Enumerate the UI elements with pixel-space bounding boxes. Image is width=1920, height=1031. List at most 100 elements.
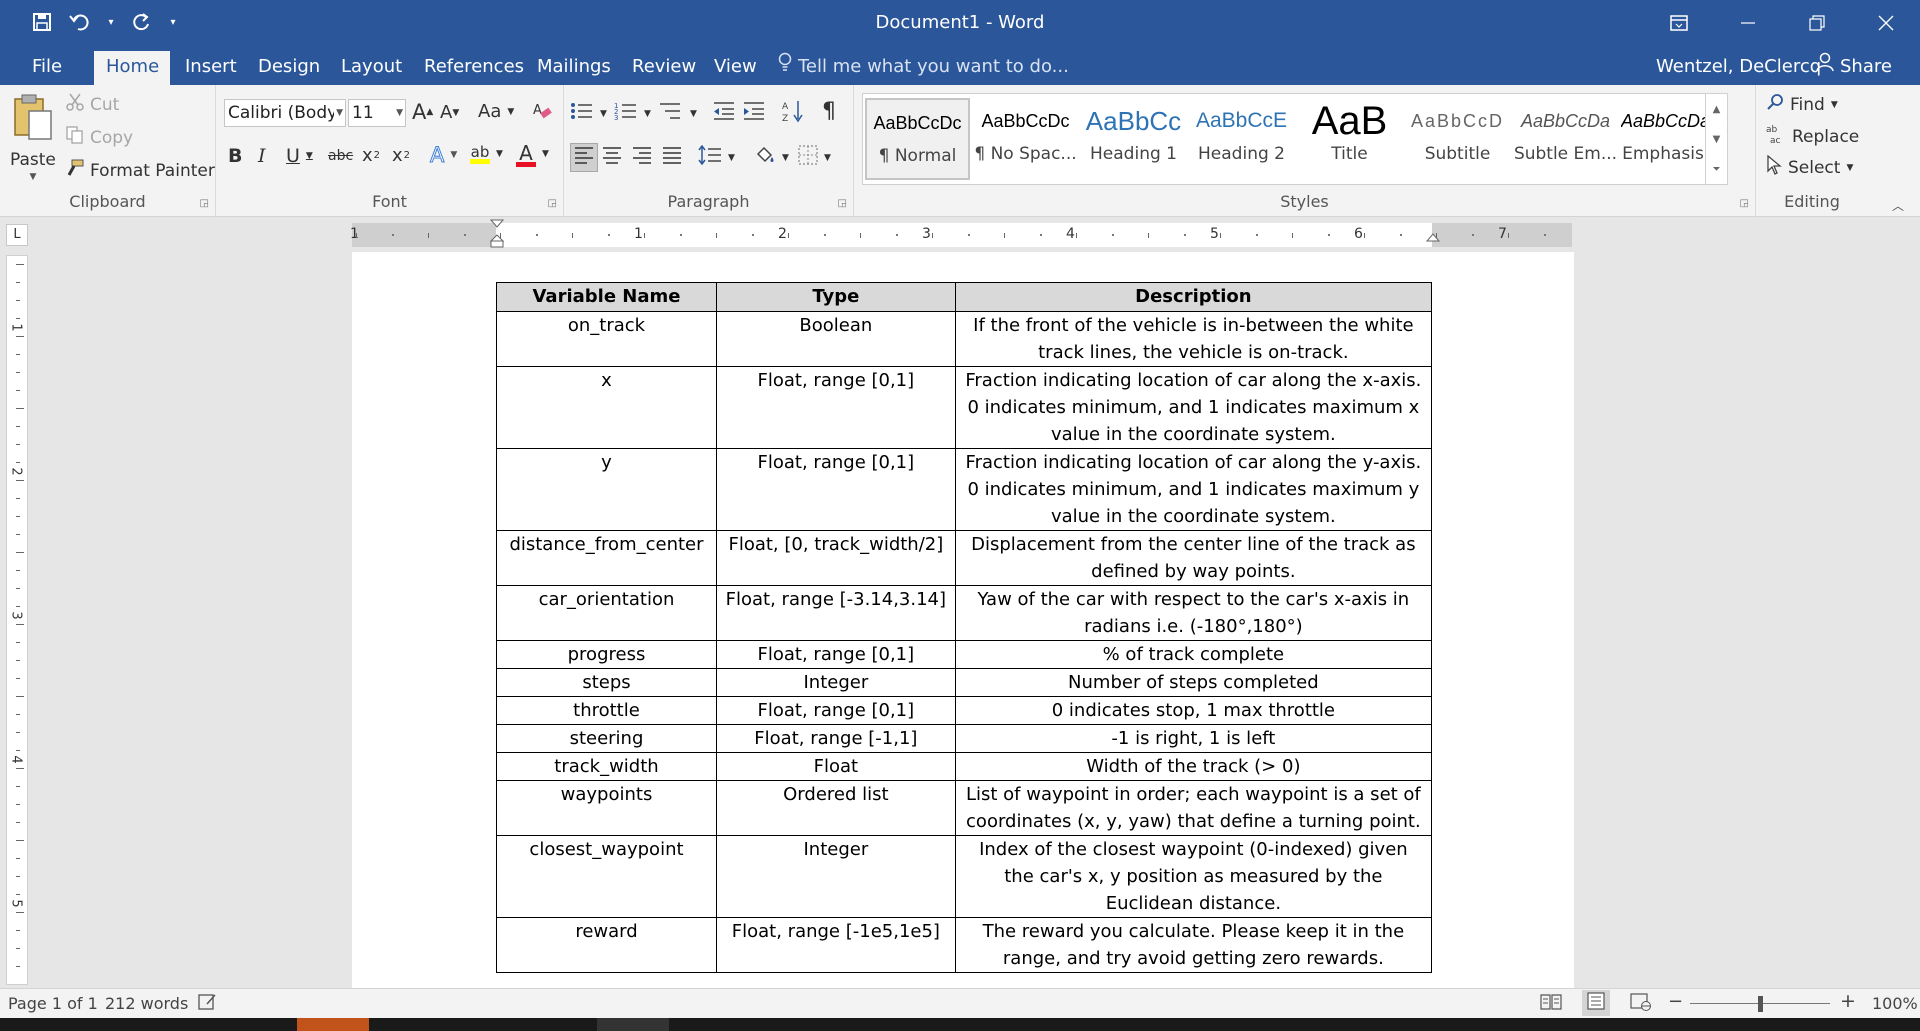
- zoom-in-button[interactable]: +: [1840, 990, 1856, 1012]
- taskbar-app-icon[interactable]: [597, 1018, 669, 1031]
- cell-type[interactable]: Float, range [0,1]: [715, 696, 956, 725]
- clipboard-dialog-launcher-icon[interactable]: ◲: [200, 198, 209, 209]
- right-indent-marker-icon[interactable]: [1425, 233, 1441, 251]
- zoom-out-button[interactable]: −: [1668, 991, 1683, 1012]
- cell-type[interactable]: Float, range [0,1]: [715, 448, 956, 531]
- text-effects-button[interactable]: A ▼: [429, 143, 457, 168]
- style-heading-2[interactable]: AaBbCcE Heading 2: [1189, 98, 1294, 180]
- cell-variable-name[interactable]: on_track: [496, 311, 717, 367]
- style-subtle-emphasis[interactable]: AaBbCcDa Subtle Em...: [1513, 98, 1618, 180]
- zoom-level[interactable]: 100%: [1872, 994, 1918, 1013]
- read-mode-icon[interactable]: [1540, 993, 1562, 1015]
- multilevel-list-button[interactable]: ▼: [658, 101, 697, 126]
- cell-description[interactable]: 0 indicates stop, 1 max throttle: [954, 696, 1433, 725]
- close-button[interactable]: [1851, 0, 1920, 45]
- align-left-button[interactable]: [570, 143, 598, 172]
- copy-button[interactable]: Copy: [66, 126, 133, 149]
- cell-variable-name[interactable]: throttle: [496, 696, 717, 725]
- horizontal-ruler[interactable]: 1 1 2 3 4 5 6 7: [350, 219, 1572, 248]
- share-button[interactable]: Share: [1816, 51, 1892, 85]
- cell-variable-name[interactable]: track_width: [496, 752, 717, 781]
- taskbar-app-icon[interactable]: [297, 1018, 369, 1031]
- change-case-button[interactable]: Aa ▼: [478, 101, 514, 122]
- increase-indent-button[interactable]: [742, 101, 766, 126]
- grow-font-button[interactable]: A ▲: [412, 100, 433, 124]
- clear-formatting-button[interactable]: A: [532, 101, 552, 126]
- style-no-spacing[interactable]: AaBbCcDc ¶ No Spac...: [973, 98, 1078, 180]
- cell-description[interactable]: Displacement from the center line of the…: [954, 530, 1433, 586]
- print-layout-icon[interactable]: [1582, 990, 1610, 1016]
- word-count[interactable]: 212 words: [105, 994, 188, 1013]
- show-marks-button[interactable]: ¶: [822, 99, 836, 124]
- font-size-box[interactable]: 11 ▼: [348, 99, 406, 127]
- paragraph-dialog-launcher-icon[interactable]: ◲: [838, 198, 847, 209]
- bold-button[interactable]: B: [228, 145, 242, 167]
- tab-home[interactable]: Home: [94, 51, 170, 85]
- cell-description[interactable]: List of waypoint in order; each waypoint…: [954, 780, 1433, 836]
- cell-variable-name[interactable]: car_orientation: [496, 585, 717, 641]
- style-normal[interactable]: AaBbCcDc ¶ Normal: [865, 98, 970, 180]
- cell-variable-name[interactable]: y: [496, 448, 717, 531]
- cell-variable-name[interactable]: distance_from_center: [496, 530, 717, 586]
- cell-description[interactable]: If the front of the vehicle is in-betwee…: [954, 311, 1433, 367]
- header-variable-name[interactable]: Variable Name: [496, 282, 717, 312]
- ribbon-display-options-icon[interactable]: [1644, 0, 1713, 45]
- tab-mailings[interactable]: Mailings: [525, 51, 623, 85]
- tab-layout[interactable]: Layout: [329, 51, 414, 85]
- style-title[interactable]: AaB Title: [1297, 98, 1402, 180]
- chevron-down-icon[interactable]: ▼: [334, 100, 343, 126]
- cell-type[interactable]: Float, range [0,1]: [715, 366, 956, 449]
- cut-button[interactable]: Cut: [66, 93, 119, 116]
- proofing-icon[interactable]: [198, 992, 218, 1016]
- styles-dialog-launcher-icon[interactable]: ◲: [1740, 198, 1749, 209]
- zoom-slider-thumb[interactable]: [1758, 996, 1763, 1012]
- numbering-button[interactable]: 1 2 3 ▼: [614, 101, 651, 126]
- collapse-ribbon-icon[interactable]: ︿: [1892, 197, 1904, 214]
- strikethrough-button[interactable]: abc: [328, 148, 353, 164]
- cell-type[interactable]: Float: [715, 752, 956, 781]
- cell-type[interactable]: Integer: [715, 835, 956, 918]
- tab-design[interactable]: Design: [246, 51, 332, 85]
- font-name-box[interactable]: Calibri (Body) ▼: [224, 99, 346, 127]
- style-subtitle[interactable]: AaBbCcD Subtitle: [1405, 98, 1510, 180]
- header-description[interactable]: Description: [954, 282, 1433, 312]
- cell-description[interactable]: -1 is right, 1 is left: [954, 724, 1433, 753]
- justify-button[interactable]: [662, 146, 682, 169]
- cell-variable-name[interactable]: closest_waypoint: [496, 835, 717, 918]
- cell-variable-name[interactable]: reward: [496, 917, 717, 973]
- cell-type[interactable]: Float, range [-1,1]: [715, 724, 956, 753]
- cell-variable-name[interactable]: waypoints: [496, 780, 717, 836]
- tab-insert[interactable]: Insert: [173, 51, 249, 85]
- align-center-button[interactable]: [602, 146, 622, 169]
- minimize-button[interactable]: [1713, 0, 1782, 45]
- cell-description[interactable]: Fraction indicating location of car alon…: [954, 366, 1433, 449]
- cell-variable-name[interactable]: progress: [496, 640, 717, 669]
- header-type[interactable]: Type: [715, 282, 956, 312]
- tab-view[interactable]: View: [702, 51, 769, 85]
- font-dialog-launcher-icon[interactable]: ◲: [548, 198, 557, 209]
- style-emphasis[interactable]: AaBbCcDa Emphasis: [1621, 98, 1705, 180]
- tab-review[interactable]: Review: [620, 51, 708, 85]
- shrink-font-button[interactable]: A ▼: [440, 102, 459, 123]
- cell-variable-name[interactable]: steering: [496, 724, 717, 753]
- tell-me-box[interactable]: Tell me what you want to do...: [778, 51, 1069, 85]
- scroll-up-icon[interactable]: ▲: [1713, 104, 1721, 115]
- more-styles-icon[interactable]: ⏷: [1713, 164, 1721, 175]
- style-heading-1[interactable]: AaBbCc Heading 1: [1081, 98, 1186, 180]
- cell-description[interactable]: % of track complete: [954, 640, 1433, 669]
- restore-button[interactable]: [1782, 0, 1851, 45]
- indent-marker-icon[interactable]: [489, 219, 505, 253]
- highlight-button[interactable]: ab ▼: [470, 143, 503, 164]
- cell-description[interactable]: Width of the track (> 0): [954, 752, 1433, 781]
- cell-type[interactable]: Integer: [715, 668, 956, 697]
- font-color-button[interactable]: A ▼: [516, 141, 549, 167]
- variables-table[interactable]: Variable Name Type Description on_track B…: [496, 282, 1433, 973]
- cell-description[interactable]: The reward you calculate. Please keep it…: [954, 917, 1433, 973]
- superscript-button[interactable]: x2: [392, 145, 410, 166]
- tab-selector[interactable]: L: [6, 224, 28, 246]
- cell-description[interactable]: Number of steps completed: [954, 668, 1433, 697]
- line-spacing-button[interactable]: ▼: [698, 144, 735, 170]
- cell-description[interactable]: Yaw of the car with respect to the car's…: [954, 585, 1433, 641]
- page-count[interactable]: Page 1 of 1: [8, 994, 98, 1013]
- borders-button[interactable]: ▼: [798, 145, 831, 170]
